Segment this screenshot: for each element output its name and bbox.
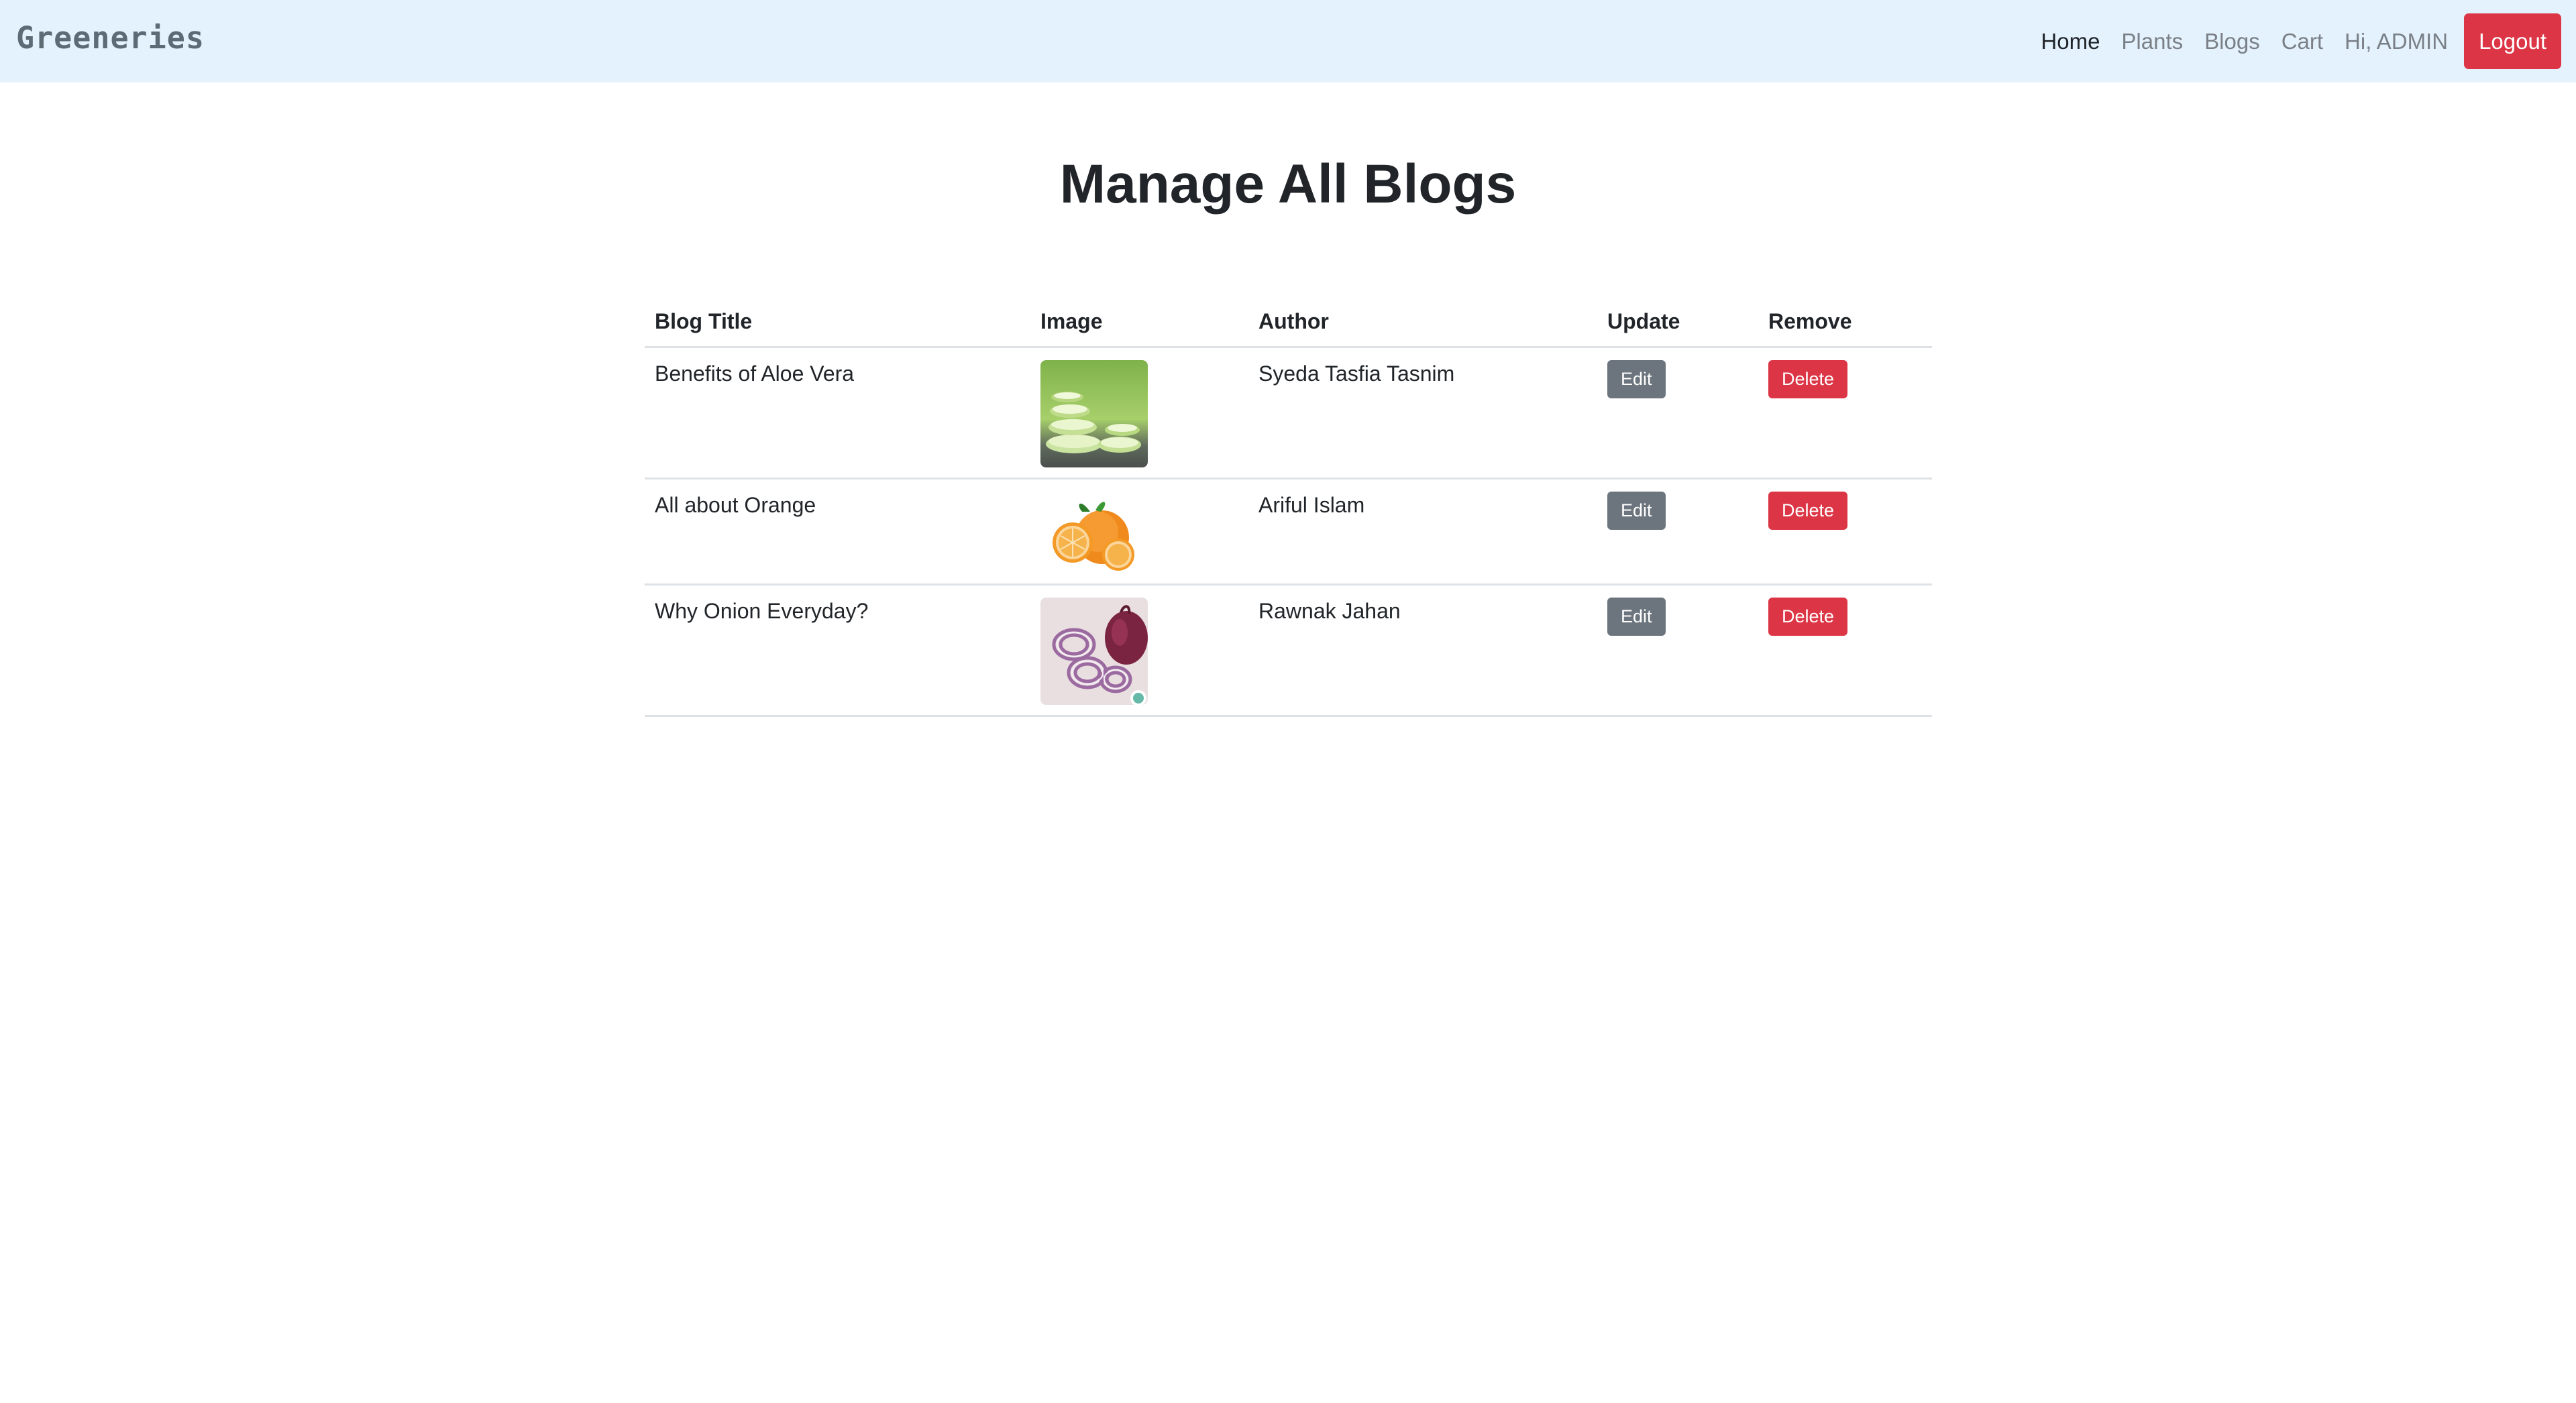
- remove-cell: Delete: [1758, 347, 1932, 480]
- blog-author-cell: Ariful Islam: [1248, 478, 1597, 585]
- table-header-row: Blog Title Image Author Update Remove: [645, 295, 1932, 348]
- edit-button[interactable]: Edit: [1607, 598, 1666, 636]
- blog-title-cell: Why Onion Everyday?: [645, 584, 1030, 717]
- delete-button[interactable]: Delete: [1768, 492, 1848, 530]
- remove-cell: Delete: [1758, 584, 1932, 717]
- blog-author-cell: Syeda Tasfia Tasnim: [1248, 347, 1597, 480]
- delete-button[interactable]: Delete: [1768, 360, 1848, 398]
- header-remove: Remove: [1758, 295, 1932, 348]
- blog-title-cell: Benefits of Aloe Vera: [645, 347, 1030, 480]
- user-greeting[interactable]: Hi, ADMIN: [2345, 29, 2448, 54]
- blogs-table-container: Blog Title Image Author Update Remove Be…: [645, 295, 1932, 717]
- nav-link-home[interactable]: Home: [2041, 29, 2100, 54]
- header-image: Image: [1030, 295, 1248, 348]
- nav-links: Home Plants Blogs Cart Hi, ADMIN Logout: [2019, 13, 2561, 69]
- page-title: Manage All Blogs: [1059, 154, 1517, 215]
- navbar: Greeneries Home Plants Blogs Cart Hi, AD…: [0, 0, 2576, 82]
- blog-author-cell: Rawnak Jahan: [1248, 584, 1597, 717]
- orange-image: [1040, 492, 1148, 573]
- brand-logo[interactable]: Greeneries: [16, 20, 205, 56]
- delete-button[interactable]: Delete: [1768, 598, 1848, 636]
- nav-link-plants[interactable]: Plants: [2121, 29, 2183, 54]
- blogs-table: Blog Title Image Author Update Remove Be…: [645, 295, 1932, 717]
- header-author: Author: [1248, 295, 1597, 348]
- remove-cell: Delete: [1758, 478, 1932, 585]
- update-cell: Edit: [1597, 584, 1758, 717]
- edit-button[interactable]: Edit: [1607, 360, 1666, 398]
- blog-image-cell: [1030, 347, 1248, 480]
- blog-image-cell: [1030, 478, 1248, 585]
- aloe-vera-image: [1040, 360, 1148, 467]
- edit-button[interactable]: Edit: [1607, 492, 1666, 530]
- onion-image: [1040, 598, 1148, 705]
- blog-image-cell: [1030, 584, 1248, 717]
- blog-title-cell: All about Orange: [645, 478, 1030, 585]
- table-row: Why Onion Everyday? Rawnak Jahan Edit De…: [645, 584, 1932, 717]
- nav-link-blogs[interactable]: Blogs: [2204, 29, 2260, 54]
- table-row: All about Orange Ariful Islam Edit Delet…: [645, 478, 1932, 585]
- header-blog-title: Blog Title: [645, 295, 1030, 348]
- table-row: Benefits of Aloe Vera Syeda Tasfia Tasni…: [645, 347, 1932, 480]
- header-update: Update: [1597, 295, 1758, 348]
- logout-button[interactable]: Logout: [2464, 13, 2561, 69]
- nav-link-cart[interactable]: Cart: [2282, 29, 2323, 54]
- update-cell: Edit: [1597, 347, 1758, 480]
- update-cell: Edit: [1597, 478, 1758, 585]
